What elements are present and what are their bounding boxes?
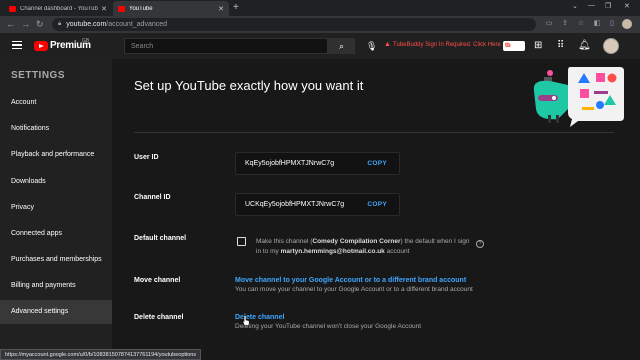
sidebar-item-notifications[interactable]: Notifications [0,117,112,141]
mouse-cursor-icon [242,315,250,326]
new-tab-icon[interactable]: + [233,2,239,13]
url-path: /account_advanced [106,21,168,28]
tab-label: YouTube [129,5,153,12]
move-channel-label: Move channel [134,277,181,284]
browser-toolbar: ← → ↻ 🔒︎ youtube.com /account_advanced ▭… [0,16,640,33]
account-avatar[interactable] [603,38,619,54]
copy-user-id-button[interactable]: COPY [367,160,387,167]
sidebar-item-playback[interactable]: Playback and performance [0,143,112,167]
channel-name: Comedy Compilation Corner [312,238,401,245]
search-input[interactable]: Search [124,38,328,54]
warning-icon: ▲ [384,41,391,48]
sidebar-title: SETTINGS [11,70,66,81]
move-channel-link[interactable]: Move channel to your Google Account or t… [235,277,466,284]
forward-icon[interactable]: → [21,19,30,29]
settings-sidebar: SETTINGS Account Notifications Playback … [0,59,112,360]
move-channel-description: You can move your channel to your Google… [235,286,473,293]
delete-channel-label: Delete channel [134,314,184,321]
tab-label: Channel dashboard - YouTube Stu [20,5,98,12]
copy-channel-id-button[interactable]: COPY [367,201,387,208]
minimize-icon[interactable]: — [588,2,595,9]
url-host: youtube.com [66,21,107,28]
sidebar-item-purchases[interactable]: Purchases and memberships [0,248,112,272]
user-id-value: KqEy5ojobfHPMXTJNrwC7g [245,160,335,167]
apps-grid-icon[interactable]: ⠿ [557,40,564,51]
delete-channel-description: Deleting your YouTube channel won't clos… [235,323,422,330]
default-channel-description: Make this channel (Comedy Compilation Co… [256,238,470,255]
youtube-logo-icon[interactable] [34,41,48,51]
sidebar-item-billing[interactable]: Billing and payments [0,274,112,298]
account-email: martyn.hemmings@hotmail.co.uk [280,248,385,255]
browser-tab[interactable]: Channel dashboard - YouTube Stu ✕ [4,1,112,16]
channel-id-label: Channel ID [134,194,171,201]
address-bar[interactable]: 🔒︎ youtube.com /account_advanced [52,18,536,31]
bookmark-star-icon[interactable]: ☆ [577,20,585,28]
youtube-header: Premium GB Search ⌕ 🎙︎ ▲ TubeBuddy Sign … [0,33,640,59]
browser-profile-avatar[interactable] [622,19,632,29]
back-icon[interactable]: ← [6,19,15,29]
extensions-icon[interactable]: ◧ [593,20,601,28]
maximize-icon[interactable]: ❐ [605,2,611,10]
user-id-field: KqEy5ojobfHPMXTJNrwC7g COPY [235,152,400,175]
lock-icon: 🔒︎ [58,21,62,27]
notifications-bell-icon[interactable]: 🔔︎ [578,40,591,51]
tubebuddy-signin-link[interactable]: TubeBuddy Sign In Required. Click Here [393,42,501,48]
sidebar-panel-icon[interactable]: ▯ [608,20,616,28]
close-tab-icon[interactable]: ✕ [101,5,107,13]
browser-tab-active[interactable]: YouTube ✕ [113,1,229,16]
youtube-favicon-icon [118,5,125,12]
link-preview-status-bar: https://myaccount.google.com/u/0/b/10838… [0,349,202,360]
close-window-icon[interactable]: ✕ [624,2,630,10]
section-divider [134,132,614,133]
search-button[interactable]: ⌕ [328,38,355,54]
default-channel-checkbox[interactable] [237,237,246,246]
settings-illustration-icon [533,67,624,127]
tab-search-icon[interactable]: ⌄ [572,2,578,10]
search-icon: ⌕ [338,41,345,51]
sidebar-item-advanced-settings[interactable]: Advanced settings [0,300,112,324]
help-icon[interactable]: ? [476,240,484,248]
microphone-icon[interactable]: 🎙︎ [366,41,377,52]
cast-icon[interactable]: ▭ [545,20,553,28]
main-content: Set up YouTube exactly how you want it U… [112,59,640,360]
default-channel-label: Default channel [134,235,187,242]
channel-id-value: UCKqEy5ojobfHPMXTJNrwC7g [245,201,345,208]
region-label: GB [82,38,90,44]
share-icon[interactable]: ⇪ [561,20,569,28]
youtube-studio-favicon-icon [9,5,16,12]
reload-icon[interactable]: ↻ [36,19,44,30]
tubebuddy-icon[interactable]: tb [503,41,525,51]
page-title: Set up YouTube exactly how you want it [134,78,364,93]
channel-id-field: UCKqEy5ojobfHPMXTJNrwC7g COPY [235,193,400,216]
create-video-icon[interactable]: ⊞ [534,40,542,51]
close-tab-icon[interactable]: ✕ [218,5,224,13]
sidebar-item-downloads[interactable]: Downloads [0,170,112,194]
browser-tab-strip: Channel dashboard - YouTube Stu ✕ YouTub… [0,0,640,16]
sidebar-item-connected-apps[interactable]: Connected apps [0,222,112,246]
user-id-label: User ID [134,154,159,161]
menu-icon[interactable] [12,41,22,49]
sidebar-item-privacy[interactable]: Privacy [0,196,112,220]
sidebar-item-account[interactable]: Account [0,91,112,115]
